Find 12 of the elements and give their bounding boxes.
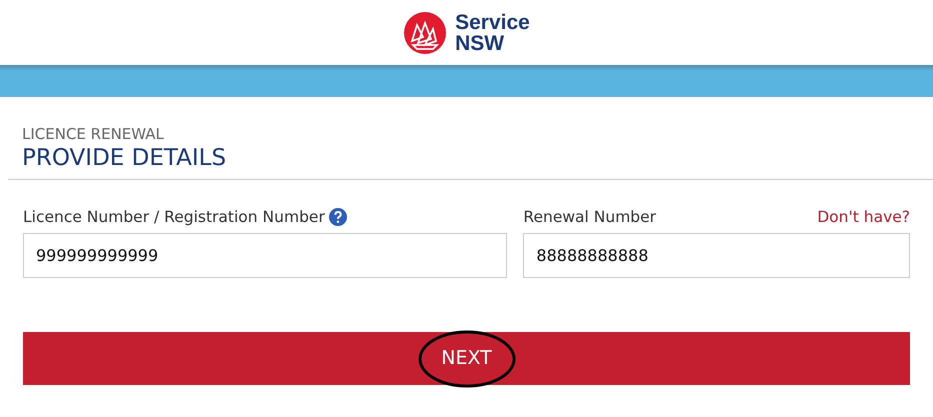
page-title: PROVIDE DETAILS: [22, 146, 228, 171]
logo-text: NSW: [455, 32, 506, 54]
dont-have-link[interactable]: Don't have?: [817, 206, 910, 230]
input-field[interactable]: 88888888888: [523, 233, 910, 278]
help-icon[interactable]: [328, 208, 347, 226]
next-button[interactable]: NEXT: [23, 332, 910, 386]
field-label: Licence Number / Registration Number: [23, 206, 325, 228]
logo-text: Service: [455, 12, 530, 32]
field-label: Renewal Number: [523, 206, 656, 228]
input-field[interactable]: 999999999999: [23, 233, 508, 278]
logo-icon: [403, 10, 448, 54]
page-subtitle: LICENCE RENEWAL: [22, 124, 165, 145]
